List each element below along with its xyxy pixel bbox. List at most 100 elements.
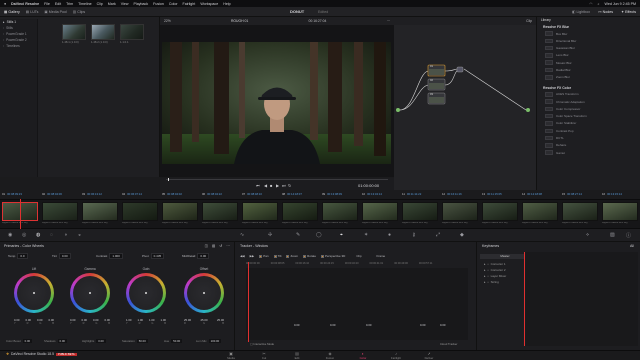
clip-thumbnail[interactable] bbox=[482, 202, 518, 221]
wifi-icon[interactable]: ◠ bbox=[589, 2, 592, 6]
menu-trim[interactable]: Trim bbox=[66, 2, 73, 6]
clip-strip-playhead[interactable] bbox=[20, 199, 21, 229]
tracker-graph[interactable] bbox=[246, 268, 468, 340]
page-tab-deliver[interactable]: ➚ Deliver bbox=[416, 351, 442, 360]
lightbox-button[interactable]: ◧ Lightbox bbox=[572, 10, 590, 14]
gamma-wheel[interactable] bbox=[70, 273, 110, 313]
fx-item[interactable]: Dehaze bbox=[545, 143, 634, 148]
wheel-puck[interactable] bbox=[145, 292, 147, 294]
tracker-mode-frame[interactable]: Frame bbox=[377, 254, 386, 258]
fx-item[interactable]: Chromatic Adaptation bbox=[545, 99, 634, 104]
reset-icon[interactable]: ↺ bbox=[219, 244, 222, 248]
library-tab[interactable]: Library bbox=[541, 18, 551, 22]
param-saturation[interactable]: Saturation 50.00 bbox=[122, 339, 148, 343]
qualifier-icon[interactable]: ✎ bbox=[296, 232, 300, 238]
clip-thumbnail[interactable] bbox=[82, 202, 118, 221]
keyframe-playhead[interactable] bbox=[524, 252, 525, 346]
wheel-puck[interactable] bbox=[203, 292, 205, 294]
menu-playback[interactable]: Playback bbox=[134, 2, 149, 6]
color-match-icon[interactable]: ◎ bbox=[22, 232, 26, 238]
param-temp[interactable]: Temp 0.0 bbox=[8, 253, 28, 259]
track-forward-icon[interactable]: ▶▶ bbox=[250, 254, 255, 258]
fx-item[interactable]: ACES Transform bbox=[545, 92, 634, 97]
timeline-name[interactable]: ROUGH 01 bbox=[231, 19, 248, 23]
camera-raw-icon[interactable]: ◉ bbox=[8, 232, 12, 238]
param-value[interactable]: 1.000 bbox=[109, 253, 123, 259]
viewer-options-icon[interactable]: ⋯ bbox=[387, 19, 390, 23]
fx-item[interactable]: Gamut bbox=[545, 150, 634, 155]
param-value[interactable]: 0.00 bbox=[57, 339, 67, 343]
menu-file[interactable]: File bbox=[44, 2, 50, 6]
fx-item[interactable]: Mosaic Blur bbox=[545, 60, 634, 65]
param-value[interactable]: 100.00 bbox=[208, 339, 222, 343]
tracker-playhead[interactable] bbox=[248, 262, 249, 342]
opt-rotate[interactable]: Rotate bbox=[303, 254, 316, 258]
param-value[interactable]: 0.00 bbox=[58, 253, 71, 259]
param-value[interactable]: 50.00 bbox=[136, 339, 148, 343]
offset-wheel[interactable] bbox=[184, 273, 224, 313]
scrub-bar[interactable] bbox=[166, 179, 388, 180]
wheels-mode-icon[interactable]: ◫ bbox=[205, 244, 208, 248]
clip-thumbnail[interactable] bbox=[202, 202, 238, 221]
keyframe-timeline[interactable] bbox=[524, 252, 638, 346]
album-timelines[interactable]: ▫ Timelines bbox=[0, 43, 37, 49]
expand-icon[interactable]: ▸ bbox=[484, 268, 486, 272]
expand-icon[interactable]: ▸ bbox=[484, 262, 486, 266]
wheel-puck[interactable] bbox=[89, 292, 91, 294]
page-tab-edit[interactable]: ▤ Edit bbox=[284, 351, 310, 360]
param-shadows[interactable]: Shadows 0.00 bbox=[44, 339, 67, 343]
param-value[interactable]: 50.00 bbox=[171, 339, 183, 343]
expand-icon[interactable]: ▸ bbox=[484, 280, 486, 284]
clip-thumbnail[interactable] bbox=[162, 202, 198, 221]
lift-wheel[interactable] bbox=[14, 273, 54, 313]
node-editor[interactable]: 01 02 03 bbox=[394, 25, 536, 190]
fx-item[interactable]: Gaussian Blur bbox=[545, 45, 634, 51]
page-tab-media[interactable]: ▣ Media bbox=[218, 351, 244, 360]
menu-color[interactable]: Color bbox=[169, 2, 178, 6]
fx-item[interactable]: Zoom Blur bbox=[545, 75, 634, 80]
fx-item[interactable]: Contrast Pop bbox=[545, 128, 634, 134]
bars-mode-icon[interactable]: ▥ bbox=[212, 244, 215, 248]
menu-view[interactable]: View bbox=[121, 2, 129, 6]
param-value[interactable]: 0.00 bbox=[197, 253, 210, 259]
menu-mark[interactable]: Mark bbox=[108, 2, 116, 6]
window-icon[interactable]: ◯ bbox=[316, 232, 322, 238]
gain-wheel[interactable] bbox=[126, 273, 166, 313]
menu-timeline[interactable]: Timeline bbox=[78, 2, 91, 6]
wheel-puck[interactable] bbox=[33, 292, 35, 294]
clip-thumbnail[interactable] bbox=[42, 202, 78, 221]
motion-effects-icon[interactable]: ◒ bbox=[78, 232, 81, 238]
page-tab-color[interactable]: ◐ Color bbox=[350, 351, 376, 360]
more-options-icon[interactable]: ⋯ bbox=[226, 244, 230, 248]
opt-zoom[interactable]: Zoom bbox=[286, 254, 298, 258]
clip-thumbnail[interactable] bbox=[602, 202, 638, 221]
param-middetail[interactable]: Mid/Detail 0.00 bbox=[182, 253, 210, 259]
sizing-icon[interactable]: ⤢ bbox=[436, 232, 440, 238]
keyframes-master-row[interactable]: Master bbox=[480, 254, 530, 259]
skip-forward-icon[interactable]: ⏭ bbox=[282, 183, 286, 188]
curves-icon[interactable]: ∿ bbox=[240, 232, 244, 238]
opt-perspective[interactable]: Perspective 3D bbox=[321, 254, 345, 258]
loop-icon[interactable]: ↻ bbox=[288, 183, 291, 188]
tracker-icon[interactable]: ⌖ bbox=[340, 232, 343, 238]
checkbox[interactable] bbox=[273, 254, 277, 258]
keyframes-icon[interactable]: ⋄ bbox=[586, 232, 589, 238]
stop-icon[interactable]: ■ bbox=[270, 183, 272, 188]
keyframes-filter[interactable]: All bbox=[630, 244, 634, 248]
rgb-mixer-icon[interactable]: ◑ bbox=[64, 232, 67, 238]
keyframe-track[interactable]: ▸ • Sizing bbox=[484, 280, 499, 284]
fx-item[interactable]: Color Stabilizer bbox=[545, 121, 634, 126]
key-icon[interactable]: ⚷ bbox=[412, 232, 416, 238]
search-icon[interactable]: ⌕ bbox=[597, 2, 599, 6]
gallery-still[interactable] bbox=[91, 24, 115, 40]
menu-help[interactable]: Help bbox=[223, 2, 230, 6]
fx-item[interactable]: Color Compressor bbox=[545, 106, 634, 112]
magic-mask-icon[interactable]: ✶ bbox=[364, 232, 368, 238]
play-reverse-icon[interactable]: ◀ bbox=[264, 183, 267, 188]
play-icon[interactable]: ▶ bbox=[276, 183, 279, 188]
interactive-mode-checkbox[interactable]: ▢ Interactive Mode bbox=[250, 342, 274, 346]
checkbox[interactable] bbox=[303, 254, 307, 258]
param-lum-mix[interactable]: Lum Mix 100.00 bbox=[196, 339, 222, 343]
tracker-type-select[interactable]: Cloud Tracker bbox=[440, 342, 457, 346]
fx-item[interactable]: Directional Blur bbox=[545, 38, 634, 44]
